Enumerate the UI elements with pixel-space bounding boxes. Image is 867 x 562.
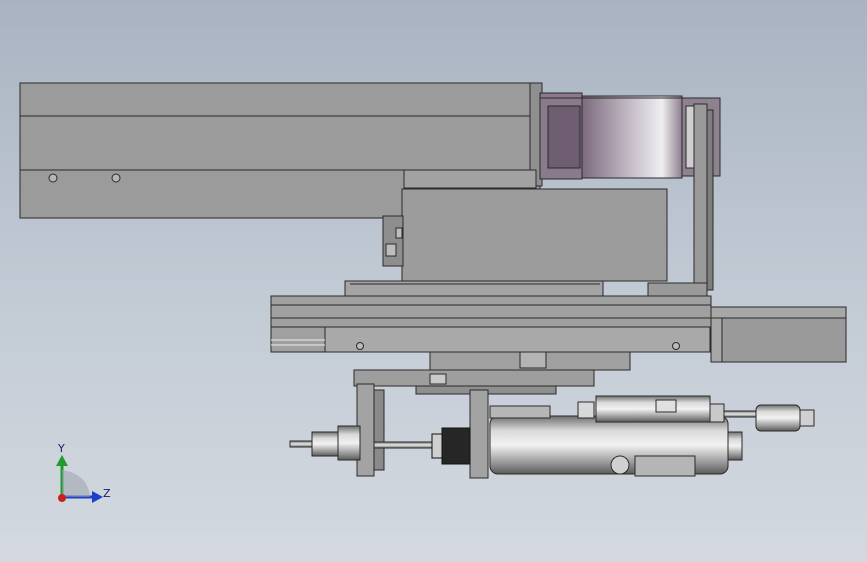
- mount-hole: [48, 173, 58, 183]
- upper-motor[interactable]: [539, 92, 721, 180]
- mount-hole: [672, 342, 680, 350]
- mount-hole: [111, 173, 121, 183]
- z-axis-label: Z: [103, 487, 111, 500]
- main-cylinder[interactable]: [489, 415, 743, 477]
- coordinate-triad: Y Z: [56, 442, 111, 503]
- port-fitting: [610, 455, 630, 475]
- mount-hole: [356, 342, 364, 350]
- y-axis-label: Y: [57, 442, 65, 455]
- lower-carriage[interactable]: [353, 351, 631, 395]
- lock-collar[interactable]: [431, 427, 471, 465]
- x-axis-origin: [58, 494, 66, 502]
- cad-viewport[interactable]: Y Z: [0, 0, 867, 562]
